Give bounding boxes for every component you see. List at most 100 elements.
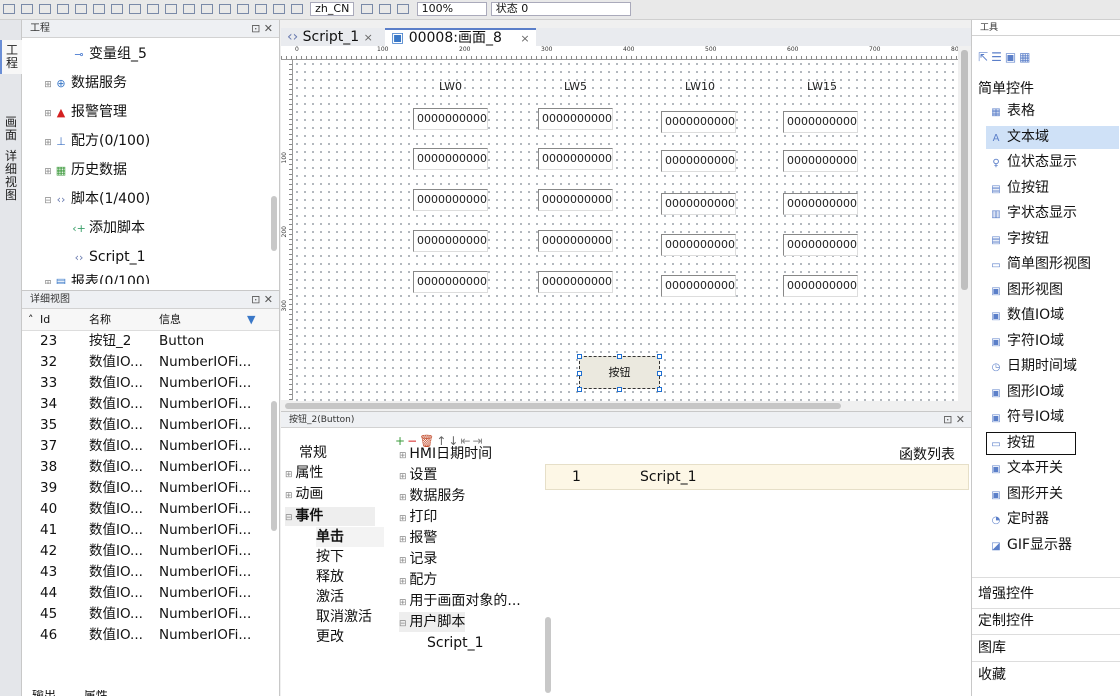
event-item[interactable]: 单击 <box>316 527 384 547</box>
tree-item-history[interactable]: ⊞ ▦ 历史数据 <box>22 156 279 185</box>
tree-item-report[interactable]: ⊞ ▤ 报表(0/100) <box>22 272 279 284</box>
numeric-io-field[interactable]: 00000000000 <box>661 111 736 133</box>
expand-icon[interactable]: ⊞ <box>399 556 409 566</box>
numeric-io-field[interactable]: 00000000000 <box>413 148 488 170</box>
tool-item[interactable]: ▦ 表格 <box>989 100 1035 123</box>
tab-script-1[interactable]: ‹› Script_1 × <box>281 28 379 46</box>
toolbar-icon[interactable] <box>379 4 392 14</box>
tool-item[interactable]: ▣ 符号IO域 <box>989 406 1064 429</box>
grid-view-icon[interactable]: ▦ <box>1019 50 1033 64</box>
numeric-io-field[interactable]: 00000000000 <box>783 150 858 172</box>
section-enhanced-controls[interactable]: 增强控件 <box>978 581 1034 607</box>
toolbar-icon[interactable] <box>291 4 303 14</box>
toolbar-icon[interactable] <box>147 4 159 14</box>
tool-item[interactable]: ◪ GIF显示器 <box>989 534 1072 557</box>
event-item[interactable]: 释放 <box>316 567 344 587</box>
numeric-io-field[interactable]: 00000000000 <box>661 193 736 215</box>
section-favorites[interactable]: 收藏 <box>978 662 1006 688</box>
list-view-icon[interactable]: ☰ <box>991 50 1005 64</box>
expand-icon[interactable]: ⊞ <box>42 100 54 129</box>
tool-item[interactable]: ◔ 定时器 <box>989 508 1049 531</box>
toolbar-icon[interactable] <box>57 4 69 14</box>
large-icon-view-icon[interactable]: ▣ <box>1005 50 1019 64</box>
numeric-io-field[interactable]: 00000000000 <box>783 275 858 297</box>
expand-icon[interactable]: ⊞ <box>399 514 409 524</box>
table-row[interactable]: 42 数值IO... NumberIOFi... <box>22 541 279 562</box>
numeric-io-field[interactable]: 00000000000 <box>413 189 488 211</box>
toolbar-icon[interactable] <box>237 4 249 14</box>
numeric-io-field[interactable]: 00000000000 <box>661 150 736 172</box>
scroll-thumb[interactable] <box>961 50 968 290</box>
function-list-row[interactable]: 1 Script_1 <box>545 464 969 490</box>
function-group[interactable]: ⊞ 用于画面对象的... <box>399 591 521 611</box>
pointer-icon[interactable]: ⇱ <box>978 50 991 64</box>
tree-item-script-1[interactable]: ‹› Script_1 <box>22 243 279 272</box>
numeric-io-field[interactable]: 00000000000 <box>783 234 858 256</box>
event-item[interactable]: 激活 <box>316 587 344 607</box>
filter-icon[interactable]: ▼ <box>247 309 255 331</box>
function-group[interactable]: ⊞ 记录 <box>399 549 437 569</box>
vtab-detail[interactable]: 详细视图 <box>0 146 22 206</box>
tool-item[interactable]: ▣ 图形视图 <box>989 279 1063 302</box>
canvas-vscrollbar[interactable] <box>958 46 971 406</box>
column-header-info[interactable]: 信息 <box>159 309 181 331</box>
tool-item[interactable]: ▤ 字按钮 <box>989 228 1049 251</box>
table-row[interactable]: 34 数值IO... NumberIOFi... <box>22 394 279 415</box>
numeric-io-field[interactable]: 00000000000 <box>538 148 613 170</box>
resize-handle[interactable] <box>577 354 582 359</box>
toolbar-icon[interactable] <box>111 4 123 14</box>
tool-item[interactable]: ▤ 位按钮 <box>989 177 1049 200</box>
tree-item-recipe[interactable]: ⊞ ⊥ 配方(0/100) <box>22 127 279 156</box>
numeric-io-field[interactable]: 00000000000 <box>538 230 613 252</box>
resize-handle[interactable] <box>657 354 662 359</box>
toolbar-icon[interactable] <box>219 4 231 14</box>
resize-handle[interactable] <box>617 387 622 392</box>
canvas-hscrollbar[interactable] <box>281 401 958 411</box>
expand-icon[interactable]: ⊞ <box>42 129 54 158</box>
project-scrollbar[interactable] <box>271 196 277 251</box>
category-general[interactable]: 常规 <box>299 444 389 463</box>
tool-item[interactable]: ◷ 日期时间域 <box>989 355 1077 378</box>
expand-icon[interactable]: ⊞ <box>285 491 295 501</box>
zoom-select[interactable]: 100% <box>416 2 487 16</box>
toolbar-icon[interactable] <box>75 4 87 14</box>
toolbar-icon[interactable] <box>21 4 33 14</box>
tab-output[interactable]: 输出 <box>32 690 56 696</box>
numeric-io-field[interactable]: 00000000000 <box>413 271 488 293</box>
table-row[interactable]: 45 数值IO... NumberIOFi... <box>22 604 279 625</box>
toolbar-icon[interactable] <box>39 4 51 14</box>
function-child-script[interactable]: Script_1 <box>427 633 484 653</box>
table-row[interactable]: 38 数值IO... NumberIOFi... <box>22 457 279 478</box>
numeric-io-field[interactable]: 00000000000 <box>538 189 613 211</box>
tree-item-data-service[interactable]: ⊞ ⊕ 数据服务 <box>22 69 279 98</box>
tree-item-tag-group[interactable]: ⊸ 变量组_5 <box>22 40 279 69</box>
section-custom-controls[interactable]: 定制控件 <box>978 608 1034 634</box>
tree-item-script[interactable]: ⊟ ‹› 脚本(1/400) <box>22 185 279 214</box>
scroll-thumb[interactable] <box>285 403 841 409</box>
toolbar-icon[interactable] <box>129 4 141 14</box>
toolbar-icon[interactable] <box>273 4 285 14</box>
tree-item-add-script[interactable]: ‹+ 添加脚本 <box>22 214 279 243</box>
table-row[interactable]: 35 数值IO... NumberIOFi... <box>22 415 279 436</box>
function-group[interactable]: ⊟ 用户脚本 <box>399 612 466 632</box>
resize-handle[interactable] <box>657 387 662 392</box>
numeric-io-field[interactable]: 00000000000 <box>783 193 858 215</box>
tab-properties[interactable]: 属性 <box>84 690 108 696</box>
table-row[interactable]: 41 数值IO... NumberIOFi... <box>22 520 279 541</box>
function-group[interactable]: ⊞ 打印 <box>399 507 437 527</box>
screen-canvas[interactable]: LW0 LW5 LW10 LW15 00000000000 00000000000 0000… <box>293 60 958 401</box>
category-events[interactable]: ⊟ 事件 <box>285 507 375 526</box>
collapse-icon[interactable]: ⊟ <box>399 619 409 629</box>
table-row[interactable]: 44 数值IO... NumberIOFi... <box>22 583 279 604</box>
expand-icon[interactable]: ⊞ <box>399 535 409 545</box>
column-header-id[interactable]: Id <box>40 309 50 331</box>
tool-item[interactable]: ▭ 按钮 <box>986 431 1076 455</box>
tool-item[interactable]: ▣ 图形开关 <box>989 483 1063 506</box>
pin-close-icon[interactable]: ⊡ ✕ <box>251 20 273 38</box>
numeric-io-field[interactable]: 00000000000 <box>413 230 488 252</box>
toolbar-icon[interactable] <box>255 4 267 14</box>
event-item[interactable]: 取消激活 <box>316 607 372 627</box>
expand-icon[interactable]: ⊞ <box>42 274 54 284</box>
table-row[interactable]: 46 数值IO... NumberIOFi... <box>22 625 279 646</box>
collapse-icon[interactable]: ⊟ <box>42 187 54 216</box>
